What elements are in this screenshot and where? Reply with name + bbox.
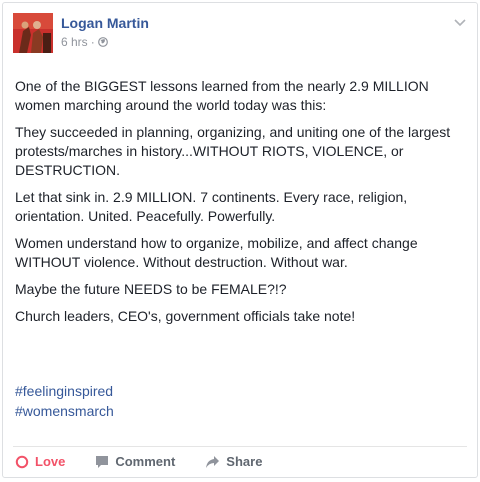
- share-arrow-icon: [206, 455, 220, 468]
- post-paragraph: Let that sink in. 2.9 MILLION. 7 contine…: [15, 189, 408, 224]
- action-bar: Love Comment Share: [15, 454, 262, 469]
- hashtag-link[interactable]: #womensmarch: [15, 401, 114, 421]
- share-button[interactable]: Share: [205, 454, 262, 469]
- post-body: One of the BIGGEST lessons learned from …: [15, 77, 463, 334]
- avatar[interactable]: [13, 13, 53, 53]
- hashtags: #feelinginspired #womensmarch: [15, 381, 114, 421]
- post-paragraph: They succeeded in planning, organizing, …: [15, 124, 451, 178]
- chevron-down-icon[interactable]: [453, 17, 467, 27]
- comment-icon: [96, 455, 109, 468]
- post-paragraph: Women understand how to organize, mobili…: [15, 235, 418, 270]
- meta-separator: ·: [90, 35, 95, 49]
- post-paragraph: One of the BIGGEST lessons learned from …: [15, 78, 429, 113]
- avatar-image: [13, 13, 53, 53]
- love-button[interactable]: Love: [15, 454, 65, 469]
- heart-icon: [15, 455, 29, 468]
- timestamp[interactable]: 6 hrs: [61, 35, 88, 49]
- love-label: Love: [35, 454, 66, 469]
- comment-label: Comment: [115, 454, 176, 469]
- globe-icon: [97, 37, 108, 47]
- author-name[interactable]: Logan Martin: [61, 15, 149, 31]
- post-card: Logan Martin 6 hrs · One of the BIGGEST …: [2, 2, 478, 478]
- comment-button[interactable]: Comment: [95, 454, 175, 469]
- post-paragraph: Church leaders, CEO's, government offici…: [15, 308, 356, 324]
- post-meta: 6 hrs ·: [61, 35, 108, 49]
- hashtag-link[interactable]: #feelinginspired: [15, 381, 114, 401]
- divider: [13, 446, 467, 447]
- share-label: Share: [226, 454, 263, 469]
- post-paragraph: Maybe the future NEEDS to be FEMALE?!?: [15, 281, 287, 297]
- post-header: Logan Martin 6 hrs ·: [13, 13, 467, 61]
